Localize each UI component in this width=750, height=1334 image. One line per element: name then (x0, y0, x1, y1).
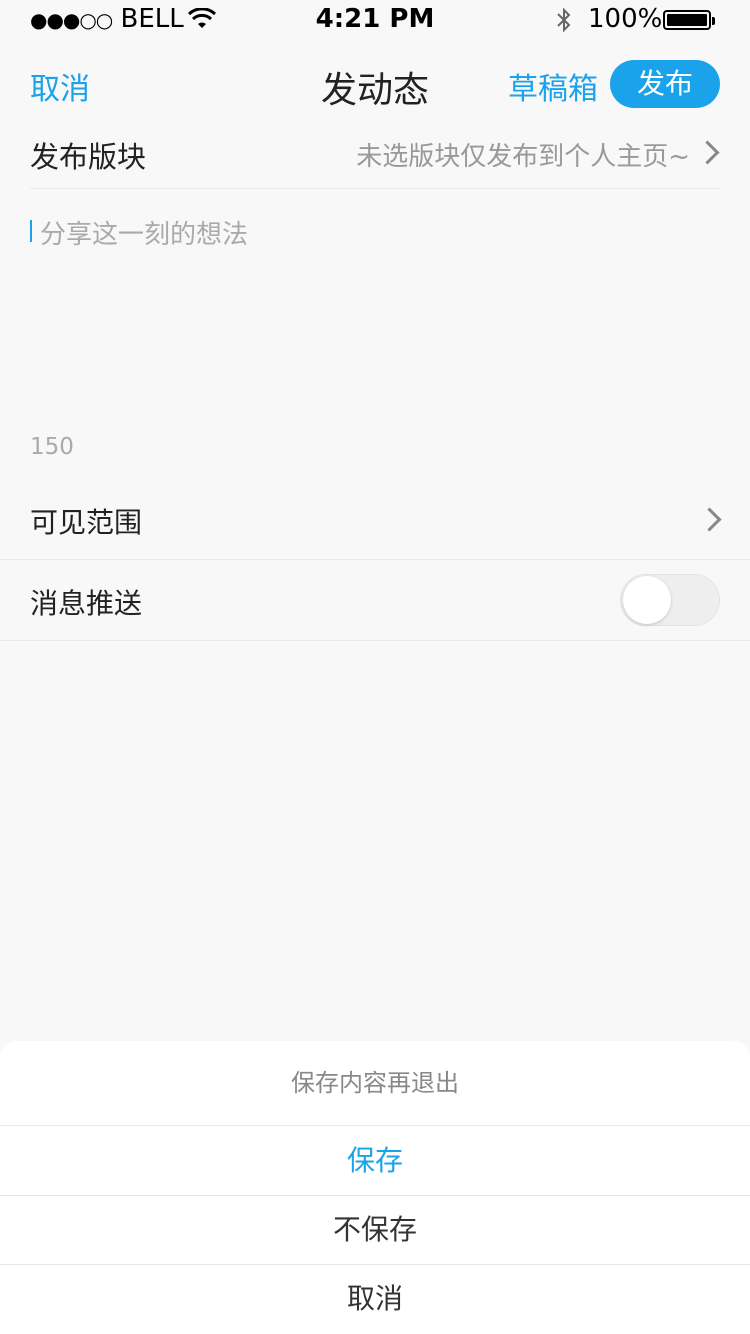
section-selector[interactable]: 发布版块 未选版块仅发布到个人主页~ (30, 118, 720, 189)
character-count: 150 (30, 434, 74, 460)
battery-percent: 100% (588, 4, 663, 34)
status-bar: ●●●○○ BELL 4:21 PM 100% (0, 0, 750, 40)
exit-action-sheet: 保存内容再退出 保存 不保存 取消 (0, 1041, 750, 1334)
section-value: 未选版块仅发布到个人主页~ (356, 142, 690, 172)
save-button[interactable]: 保存 (0, 1126, 750, 1196)
action-sheet-title: 保存内容再退出 (0, 1041, 750, 1126)
push-label: 消息推送 (30, 587, 143, 620)
publish-button[interactable]: 发布 (610, 60, 720, 108)
drafts-button[interactable]: 草稿箱 (508, 64, 598, 108)
bluetooth-icon (557, 7, 571, 33)
sheet-cancel-button[interactable]: 取消 (0, 1264, 750, 1333)
toggle-knob (623, 576, 671, 624)
visibility-label: 可见范围 (30, 506, 143, 539)
push-notification-toggle[interactable] (620, 574, 720, 626)
chevron-right-icon (697, 507, 722, 532)
text-cursor (30, 220, 32, 242)
section-label: 发布版块 (30, 140, 147, 174)
battery-icon (663, 10, 715, 30)
post-text-placeholder: 分享这一刻的想法 (40, 220, 249, 250)
chevron-right-icon (695, 140, 720, 165)
push-notification-row: 消息推送 (0, 560, 750, 641)
visibility-row[interactable]: 可见范围 (0, 479, 750, 560)
post-text-input[interactable]: 分享这一刻的想法 (30, 212, 720, 412)
dont-save-button[interactable]: 不保存 (0, 1195, 750, 1265)
navigation-bar: 取消 发动态 草稿箱 发布 (0, 40, 750, 130)
